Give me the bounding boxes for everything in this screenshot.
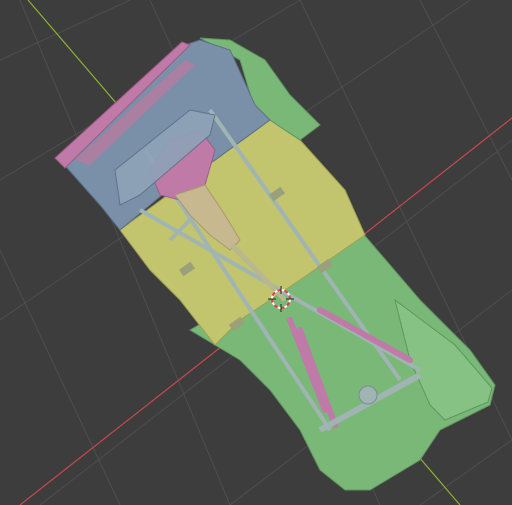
3d-viewport[interactable] [0,0,512,505]
differential [358,385,378,405]
viewport-scene[interactable] [0,0,512,505]
